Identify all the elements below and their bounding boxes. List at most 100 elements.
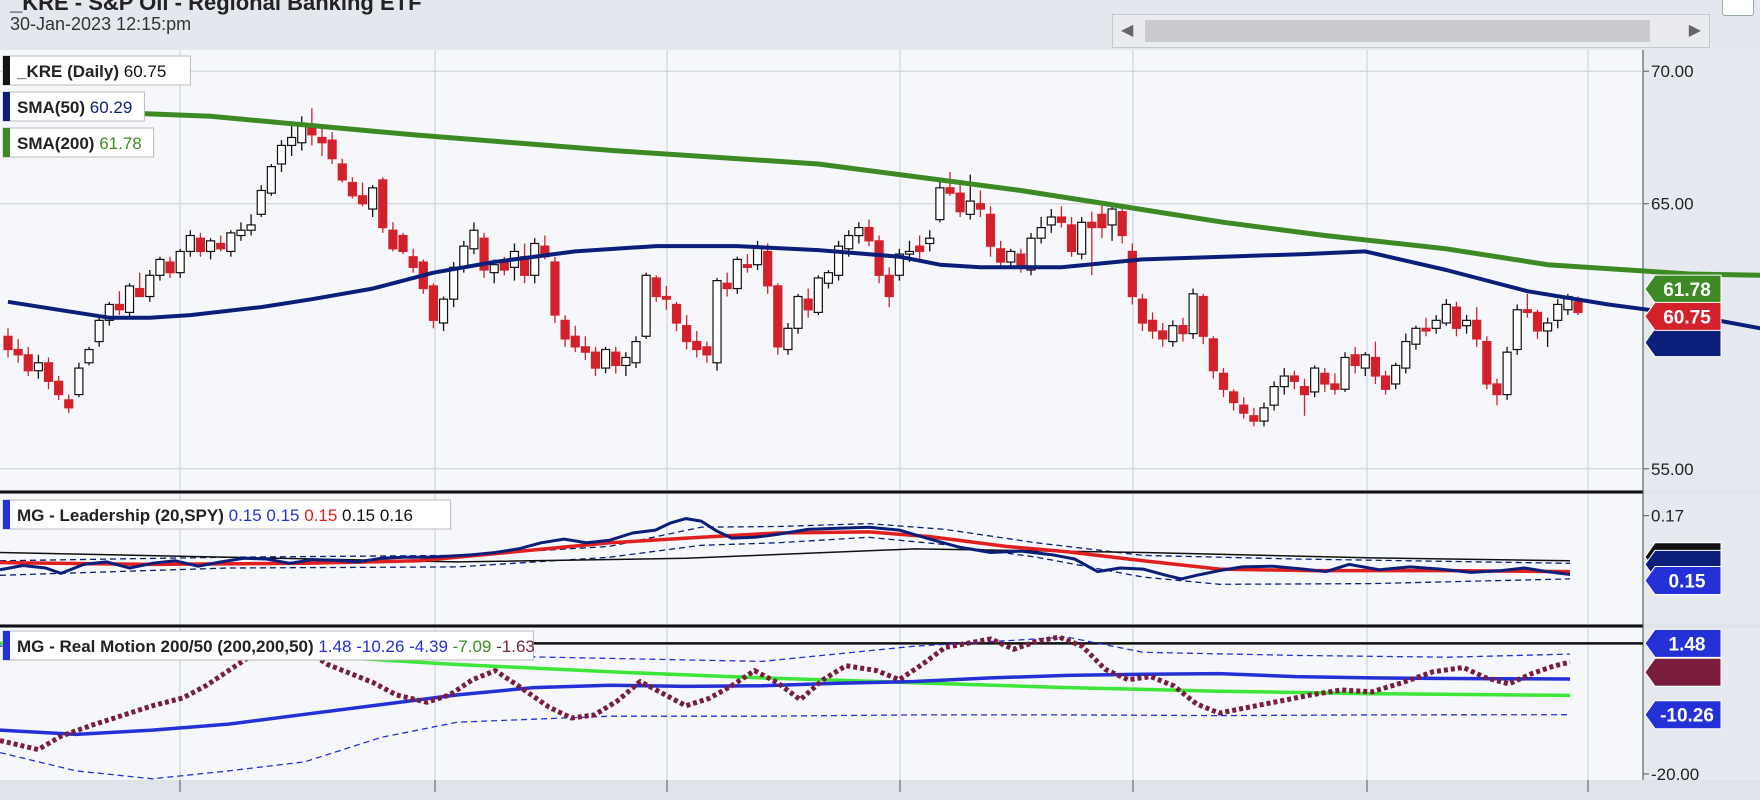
candle bbox=[165, 261, 175, 274]
panel-background-0 bbox=[0, 50, 1643, 490]
candle bbox=[155, 258, 165, 276]
candle bbox=[1117, 211, 1127, 237]
candle bbox=[1472, 319, 1482, 340]
candle bbox=[712, 280, 722, 364]
candle bbox=[1310, 367, 1320, 393]
candle bbox=[1330, 383, 1340, 390]
candle bbox=[3, 335, 13, 351]
candle bbox=[904, 250, 915, 255]
candle bbox=[823, 272, 834, 284]
candle bbox=[317, 136, 327, 144]
candle bbox=[682, 325, 692, 343]
candle bbox=[1543, 322, 1553, 332]
candle bbox=[438, 298, 449, 324]
y-tick-label: -20.00 bbox=[1651, 765, 1699, 784]
candle bbox=[1482, 340, 1492, 385]
candle bbox=[54, 380, 64, 396]
stock-chart[interactable]: 70.00 65.00 55.00 _KRE (Daily) 60.75 SMA(50)… bbox=[0, 0, 1760, 800]
candle bbox=[570, 335, 580, 348]
candle bbox=[1066, 224, 1077, 253]
candle bbox=[945, 187, 955, 194]
candle bbox=[803, 298, 813, 311]
candle bbox=[1198, 295, 1208, 337]
candle bbox=[884, 274, 894, 298]
candle bbox=[459, 245, 469, 268]
candle bbox=[23, 354, 33, 372]
candle bbox=[651, 277, 661, 298]
candle bbox=[1553, 303, 1563, 321]
leadership-value-tag-label: 0.15 bbox=[1669, 572, 1706, 593]
candle bbox=[1401, 340, 1411, 369]
candle bbox=[996, 248, 1006, 263]
candle bbox=[64, 399, 74, 409]
price-value-tag-label: 61.78 bbox=[1663, 280, 1711, 301]
candle bbox=[124, 285, 135, 314]
candle bbox=[1340, 356, 1350, 390]
candle bbox=[874, 240, 884, 276]
candle bbox=[1239, 404, 1249, 414]
real-motion-value-tag-label: 1.48 bbox=[1669, 634, 1706, 655]
candle bbox=[1411, 327, 1421, 345]
candle bbox=[1026, 237, 1036, 271]
candle bbox=[854, 226, 864, 237]
candle bbox=[1087, 221, 1097, 229]
candle bbox=[449, 266, 459, 300]
legend-swatch bbox=[3, 56, 10, 85]
candle bbox=[641, 274, 651, 337]
candle bbox=[1421, 327, 1431, 332]
candle bbox=[216, 242, 226, 250]
legend-value: 0.16 bbox=[375, 506, 413, 525]
candle bbox=[1320, 372, 1330, 385]
candle bbox=[236, 229, 246, 237]
candle bbox=[337, 163, 347, 181]
candle bbox=[985, 213, 996, 247]
legend-swatch bbox=[3, 92, 10, 121]
candle bbox=[773, 285, 783, 348]
sma50-value-tag bbox=[1644, 328, 1722, 358]
legend-value: -1.63 bbox=[491, 637, 534, 656]
legend-value: 0.15 bbox=[337, 506, 375, 525]
legend-label: SMA(200) 61.78 bbox=[17, 134, 142, 153]
candle bbox=[925, 237, 935, 245]
candle bbox=[13, 348, 23, 356]
candle bbox=[489, 264, 499, 274]
legend-value: 0.15 bbox=[224, 506, 262, 525]
candle bbox=[1036, 226, 1046, 239]
y-tick-label: 70.00 bbox=[1651, 62, 1694, 81]
legend-swatch bbox=[3, 631, 10, 660]
real-motion-value-tag-label: -10.26 bbox=[1660, 706, 1714, 727]
candle bbox=[1431, 319, 1441, 329]
candle bbox=[1046, 216, 1056, 226]
candle bbox=[1299, 386, 1310, 396]
candle bbox=[1360, 354, 1370, 369]
candle bbox=[590, 351, 601, 369]
candle bbox=[783, 327, 793, 351]
candle bbox=[469, 229, 479, 250]
candle bbox=[1077, 221, 1087, 255]
candle bbox=[1441, 303, 1451, 324]
candle bbox=[1208, 338, 1218, 372]
legend-value: 60.29 bbox=[90, 98, 133, 117]
candle bbox=[1147, 319, 1158, 332]
x-axis-strip bbox=[0, 780, 1760, 800]
candle bbox=[1188, 293, 1198, 335]
candle bbox=[1097, 213, 1107, 229]
candle bbox=[185, 234, 195, 253]
real-motion-value-tag bbox=[1644, 657, 1722, 687]
candle bbox=[1158, 330, 1168, 340]
candle bbox=[864, 226, 874, 242]
candle bbox=[1056, 216, 1067, 223]
candle bbox=[722, 282, 732, 290]
candle bbox=[1269, 386, 1279, 406]
legend-value: -4.39 bbox=[404, 637, 447, 656]
candle bbox=[631, 340, 641, 364]
candle bbox=[742, 264, 753, 268]
candle bbox=[915, 245, 925, 253]
candle bbox=[1168, 325, 1178, 343]
candle bbox=[1522, 309, 1532, 314]
y-tick-label: 0.17 bbox=[1651, 507, 1684, 526]
candle bbox=[114, 303, 125, 311]
legend-label: SMA(50) 60.29 bbox=[17, 98, 132, 117]
candle bbox=[1451, 306, 1462, 329]
candle bbox=[43, 362, 54, 382]
